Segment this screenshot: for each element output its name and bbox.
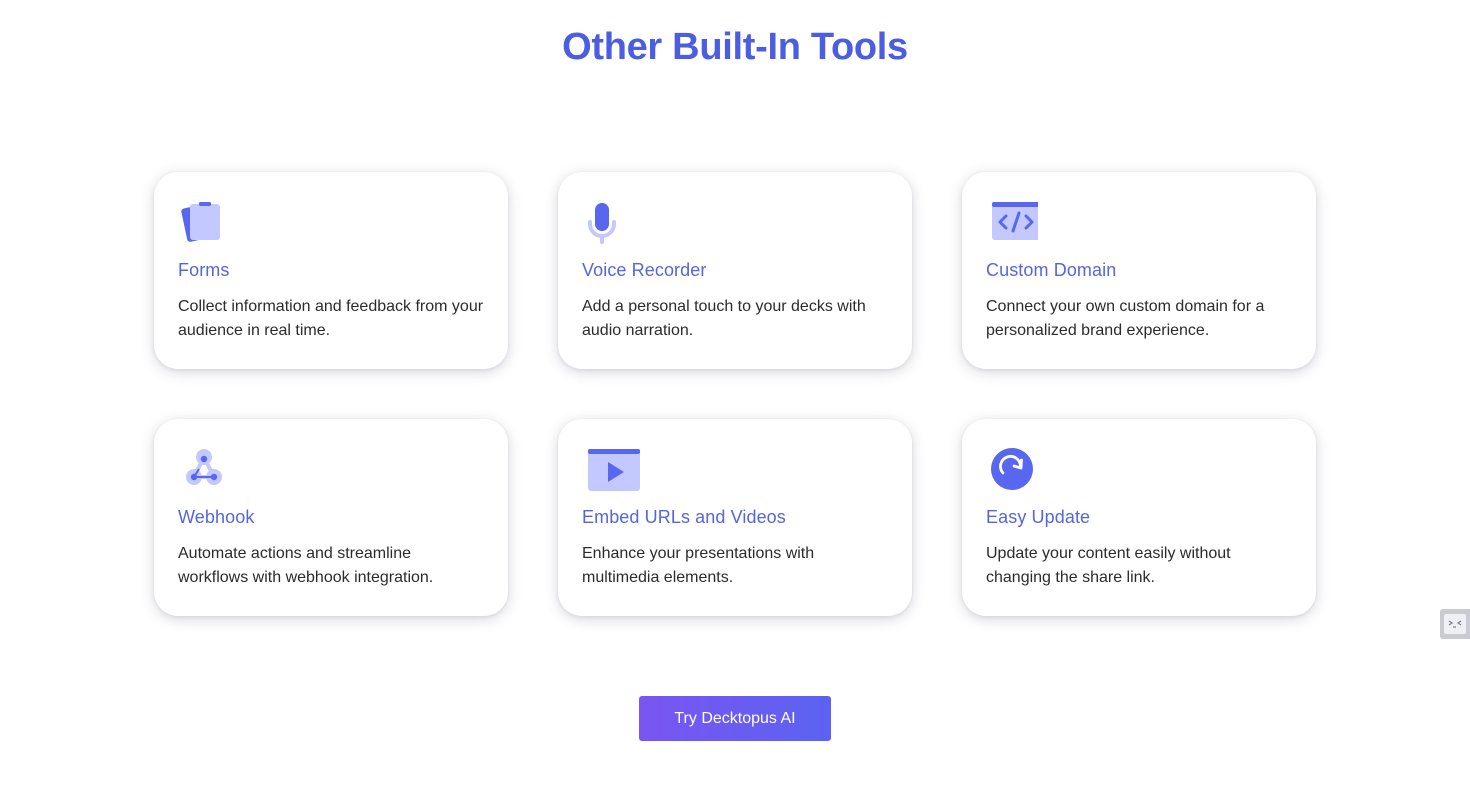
tools-grid: Forms Collect information and feedback f… <box>154 172 1316 616</box>
microphone-icon <box>582 200 634 250</box>
tool-card-title: Webhook <box>178 507 255 527</box>
tool-card-title: Easy Update <box>986 507 1091 527</box>
tool-card-voice-recorder[interactable]: Voice Recorder Add a personal touch to y… <box>558 172 912 369</box>
refresh-icon <box>986 447 1038 497</box>
code-window-icon <box>986 200 1038 250</box>
tool-card-easy-update[interactable]: Easy Update Update your content easily w… <box>962 419 1316 616</box>
side-feedback-widget[interactable] <box>1440 609 1470 639</box>
tool-card-title: Voice Recorder <box>582 260 707 280</box>
section-title: Other Built-In Tools <box>562 26 908 68</box>
tool-card-description: Enhance your presentations with multimed… <box>582 545 815 586</box>
webhook-icon <box>178 447 230 497</box>
page: Other Built-In Tools Forms Collect infor… <box>0 0 1470 809</box>
tool-card-custom-domain[interactable]: Custom Domain Connect your own custom do… <box>962 172 1316 369</box>
video-play-icon <box>582 447 640 497</box>
tool-card-embed-urls-videos[interactable]: Embed URLs and Videos Enhance your prese… <box>558 419 912 616</box>
chat-widget-icon <box>1444 614 1466 634</box>
tool-card-description: Update your content easily without chang… <box>986 545 1231 586</box>
tool-card-webhook[interactable]: Webhook Automate actions and streamline … <box>154 419 508 616</box>
tool-card-title: Embed URLs and Videos <box>582 507 786 527</box>
tool-card-description: Automate actions and streamline workflow… <box>178 545 434 586</box>
tool-card-description: Add a personal touch to your decks with … <box>582 298 866 339</box>
tool-card-description: Collect information and feedback from yo… <box>178 298 484 339</box>
tool-card-description: Connect your own custom domain for a per… <box>986 298 1265 339</box>
tool-card-forms[interactable]: Forms Collect information and feedback f… <box>154 172 508 369</box>
try-decktopus-button[interactable]: Try Decktopus AI <box>639 696 831 741</box>
tool-card-title: Forms <box>178 260 230 280</box>
clipboard-icon <box>178 200 230 250</box>
tool-card-title: Custom Domain <box>986 260 1117 280</box>
